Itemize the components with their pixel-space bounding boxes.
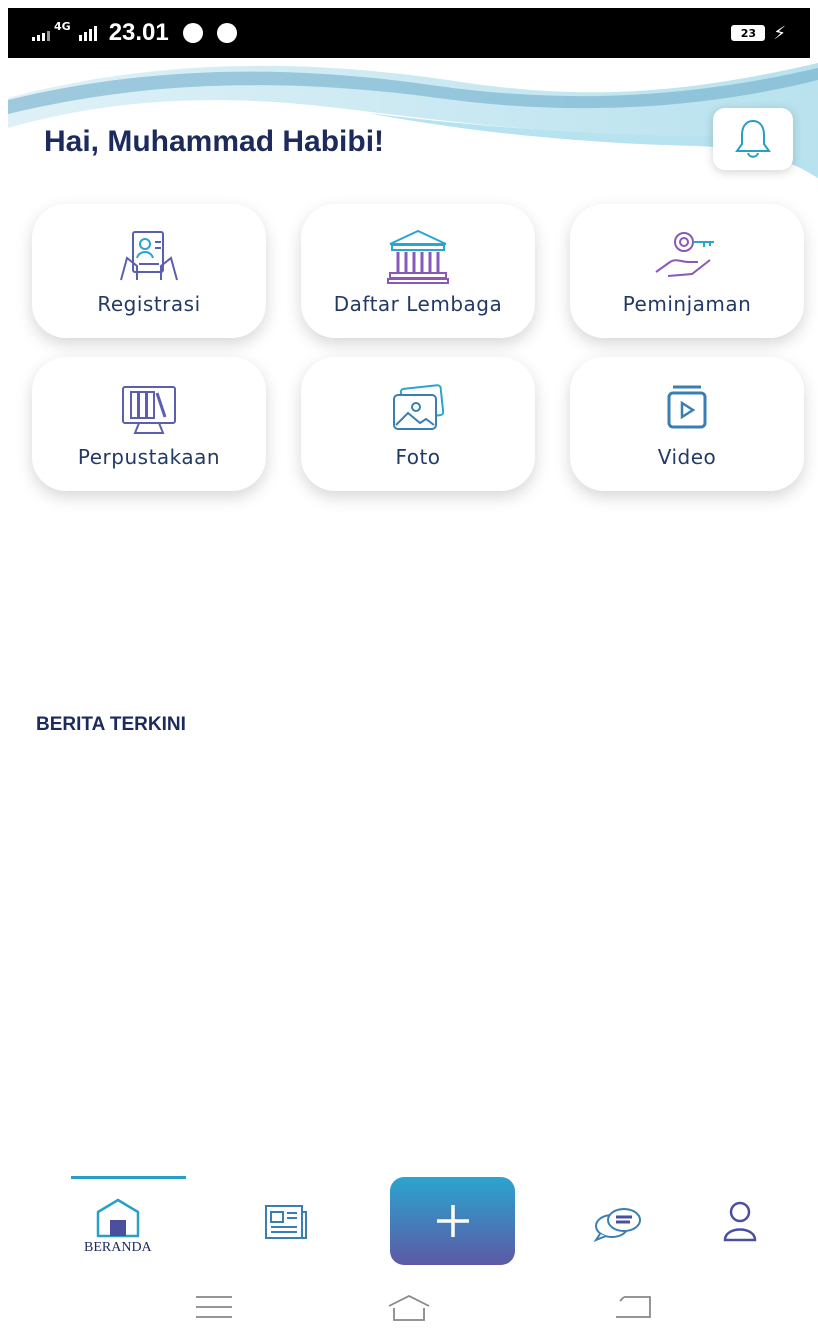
menu-label: Peminjaman <box>622 292 752 316</box>
nav-chat[interactable] <box>592 1206 644 1242</box>
system-navigation-bar <box>0 1280 818 1332</box>
bell-icon <box>735 119 771 158</box>
menu-icon[interactable] <box>194 1294 234 1320</box>
navigation-app-icon <box>216 23 237 43</box>
menu-peminjaman[interactable]: Peminjaman <box>570 204 804 338</box>
menu-perpustakaan[interactable]: Perpustakaan <box>32 357 266 491</box>
menu-label: Perpustakaan <box>77 445 221 469</box>
greeting-title: Hai, Muhammad Habibi! <box>44 125 385 158</box>
signal-strength-icon <box>32 25 50 41</box>
notification-button[interactable] <box>713 108 793 170</box>
home-icon <box>96 1198 140 1238</box>
section-title: BERITA TERKINI <box>36 714 186 735</box>
bottom-navigation: BERANDA <box>0 1170 818 1270</box>
video-icon <box>667 385 707 429</box>
menu-label: Registrasi <box>97 292 201 316</box>
battery-icon: 23 <box>731 25 766 41</box>
charging-icon: ⚡ <box>773 22 786 44</box>
menu-daftar-lembaga[interactable]: Daftar Lembaga <box>301 204 535 338</box>
loan-icon <box>655 232 714 277</box>
menu-registrasi[interactable]: Registrasi <box>32 204 266 338</box>
back-button-icon[interactable] <box>614 1294 654 1320</box>
status-time: 23.01 <box>108 19 169 46</box>
registration-icon <box>120 231 178 281</box>
status-bar: 4G 23.01 23 ⚡ <box>8 8 810 58</box>
menu-label: Daftar Lembaga <box>333 292 503 316</box>
profile-icon <box>723 1201 757 1242</box>
nav-profile[interactable] <box>722 1200 758 1242</box>
nav-home[interactable]: BERANDA <box>84 1198 152 1256</box>
menu-video[interactable]: Video <box>570 357 804 491</box>
news-icon <box>265 1205 307 1239</box>
header-wave <box>8 63 818 178</box>
menu-label: Video <box>657 445 717 469</box>
active-tab-indicator <box>71 1176 186 1179</box>
library-icon <box>122 386 176 434</box>
menu-label: Foto <box>395 445 441 469</box>
add-button[interactable] <box>390 1177 515 1265</box>
network-type: 4G <box>54 20 71 33</box>
nav-news[interactable] <box>262 1204 308 1240</box>
home-button-icon[interactable] <box>386 1294 432 1322</box>
photo-icon <box>393 384 445 430</box>
menu-foto[interactable]: Foto <box>301 357 535 491</box>
nav-home-label: BERANDA <box>84 1240 152 1255</box>
add-icon <box>436 1205 469 1237</box>
chat-icon <box>593 1208 641 1242</box>
institution-icon <box>387 229 449 284</box>
messenger-icon <box>182 23 203 43</box>
signal-strength-icon-2 <box>78 25 97 41</box>
